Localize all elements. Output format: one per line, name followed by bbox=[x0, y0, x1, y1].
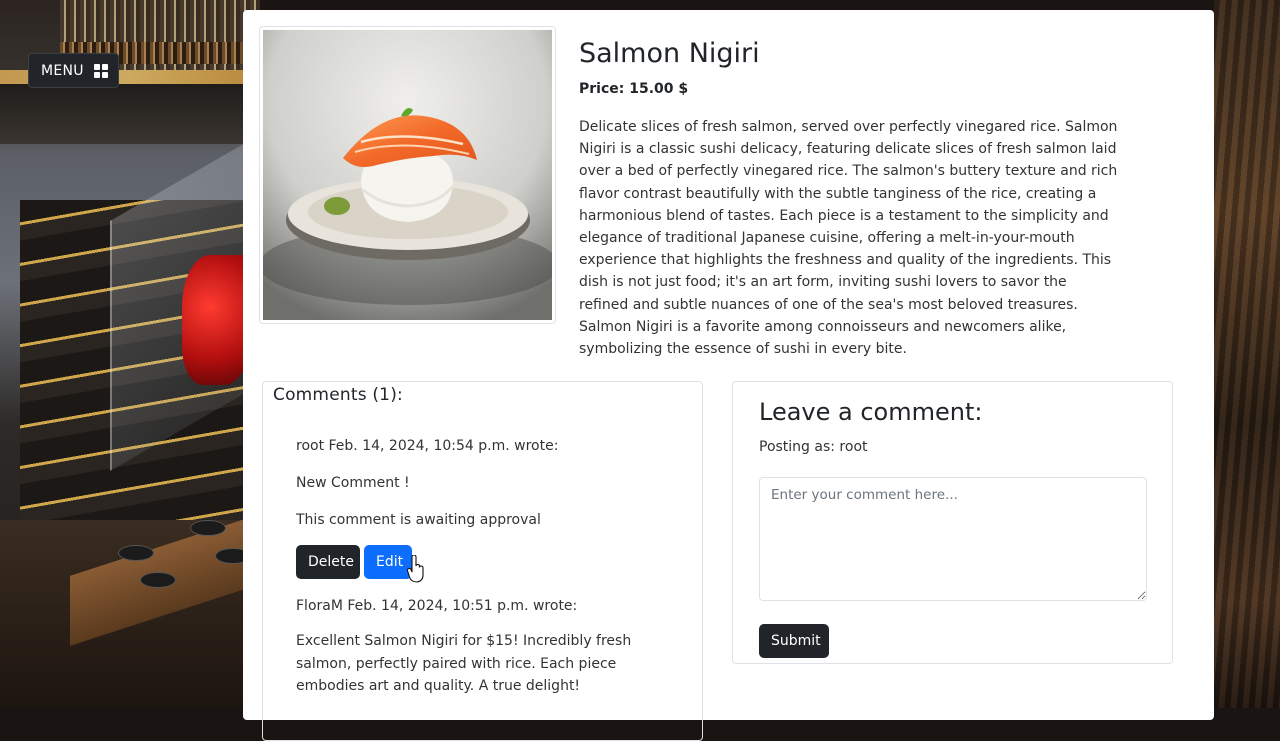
grid-icon bbox=[93, 63, 108, 78]
comments-heading: Comments (1): bbox=[273, 385, 403, 405]
salmon-nigiri-photo bbox=[263, 30, 552, 320]
hand-cursor-icon bbox=[407, 555, 424, 583]
wall-panel bbox=[0, 84, 260, 144]
submit-button[interactable]: Submit bbox=[759, 624, 829, 658]
delete-comment-button[interactable]: Delete bbox=[296, 545, 360, 579]
comment-header: root Feb. 14, 2024, 10:54 p.m. wrote: bbox=[296, 438, 559, 454]
dish-title: Salmon Nigiri bbox=[579, 38, 760, 69]
leave-comment-form: Leave a comment: Posting as: root Submit bbox=[732, 381, 1173, 664]
red-sculpture bbox=[182, 255, 252, 385]
menu-button[interactable]: MENU bbox=[28, 53, 119, 88]
menu-label: MENU bbox=[41, 62, 84, 79]
dish-detail-card: Salmon Nigiri Price: 15.00 $ Delicate sl… bbox=[243, 10, 1214, 741]
comment-textarea[interactable] bbox=[759, 477, 1147, 601]
plate bbox=[118, 545, 154, 561]
dish-description: Delicate slices of fresh salmon, served … bbox=[579, 119, 1118, 358]
leave-comment-heading: Leave a comment: bbox=[759, 398, 983, 426]
comment-body: Excellent Salmon Nigiri for $15! Incredi… bbox=[296, 633, 632, 694]
comment-status: This comment is awaiting approval bbox=[296, 512, 541, 528]
restaurant-background-left bbox=[0, 0, 260, 708]
comment-body: New Comment ! bbox=[296, 475, 410, 491]
plate bbox=[140, 572, 176, 588]
comments-section: Comments (1): root Feb. 14, 2024, 10:54 … bbox=[262, 381, 703, 741]
posting-as-label: Posting as: root bbox=[759, 439, 868, 455]
plate bbox=[190, 520, 226, 536]
edit-comment-button[interactable]: Edit bbox=[364, 545, 412, 579]
comment-header: FloraM Feb. 14, 2024, 10:51 p.m. wrote: bbox=[296, 598, 578, 614]
dish-image bbox=[259, 26, 556, 324]
dish-price: Price: 15.00 $ bbox=[579, 81, 689, 97]
restaurant-background-right bbox=[1214, 0, 1280, 708]
